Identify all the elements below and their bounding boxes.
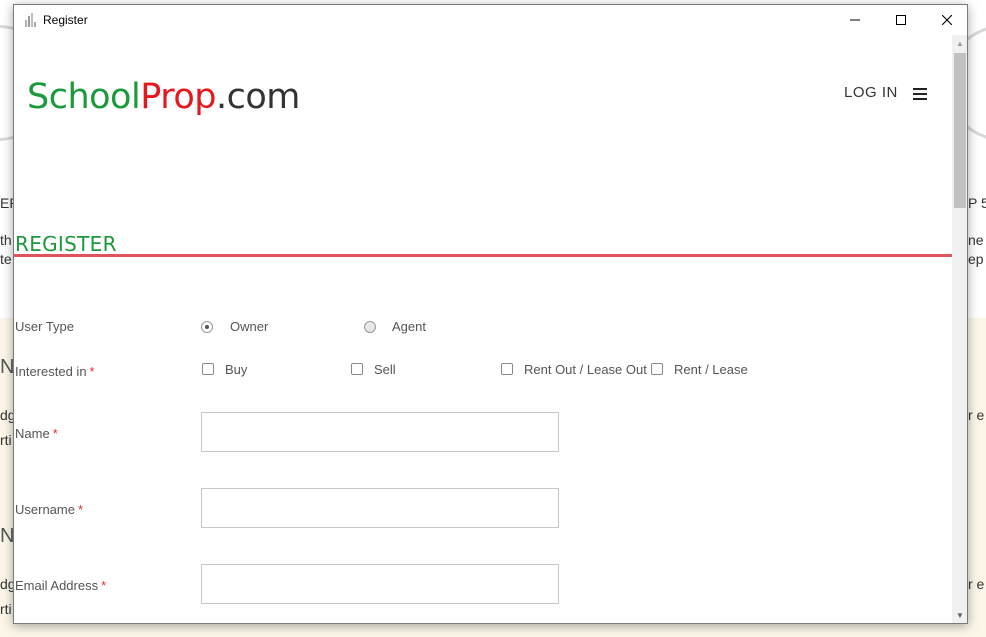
background-text-fragment: th	[0, 232, 12, 248]
email-field[interactable]	[201, 564, 559, 604]
checkbox-sell[interactable]	[351, 363, 363, 375]
background-text-fragment: te	[0, 251, 12, 267]
name-label: Name *	[15, 426, 58, 441]
radio-agent-label[interactable]: Agent	[392, 319, 426, 334]
background-text-fragment: P 5	[968, 195, 986, 211]
background-text-fragment: rti	[0, 432, 12, 448]
scroll-down-arrow-icon[interactable]: ▼	[952, 607, 967, 623]
radio-owner[interactable]	[201, 321, 213, 333]
heading-divider	[14, 254, 952, 257]
close-icon	[942, 15, 952, 25]
checkbox-rent-lease[interactable]	[651, 363, 663, 375]
register-window: Register SchoolProp.com LOG IN REGISTER …	[13, 4, 968, 624]
checkbox-sell-label[interactable]: Sell	[374, 362, 396, 377]
username-field[interactable]	[201, 488, 559, 528]
required-mark: *	[101, 578, 107, 593]
login-link[interactable]: LOG IN	[844, 84, 898, 101]
maximize-button[interactable]	[878, 5, 924, 35]
interested-in-label: Interested in *	[15, 364, 95, 379]
page-content: SchoolProp.com LOG IN REGISTER User Type…	[14, 35, 952, 623]
background-text-fragment: ep	[968, 251, 984, 267]
user-type-label-text: User Type	[15, 319, 75, 334]
vertical-scrollbar[interactable]: ▲ ▼	[952, 35, 967, 623]
checkbox-buy-label[interactable]: Buy	[225, 362, 247, 377]
logo-part-prop: Prop	[140, 77, 216, 117]
name-label-text: Name	[15, 426, 50, 441]
logo-part-dotcom: .com	[215, 77, 300, 117]
name-field[interactable]	[201, 412, 559, 452]
window-title: Register	[43, 13, 88, 27]
close-button[interactable]	[924, 5, 967, 35]
minimize-icon	[850, 19, 860, 21]
user-type-label: User Type	[15, 319, 74, 334]
radio-owner-label[interactable]: Owner	[230, 319, 268, 334]
scroll-up-arrow-icon[interactable]: ▲	[952, 35, 967, 51]
username-label: Username *	[15, 502, 83, 517]
checkbox-rent-lease-label[interactable]: Rent / Lease	[674, 362, 748, 377]
required-mark: *	[52, 426, 58, 441]
background-text-fragment: r e	[968, 407, 985, 423]
username-label-text: Username	[15, 502, 75, 517]
interested-in-label-text: Interested in	[15, 364, 87, 379]
app-icon	[25, 13, 36, 27]
logo-part-school: School	[27, 77, 141, 117]
page-title: REGISTER	[15, 232, 117, 256]
background-text-fragment: r e	[968, 576, 985, 592]
minimize-button[interactable]	[832, 5, 878, 35]
checkbox-rent-out-lease-out[interactable]	[501, 363, 513, 375]
required-mark: *	[89, 364, 95, 379]
email-label-text: Email Address	[15, 578, 99, 593]
window-titlebar[interactable]: Register	[14, 5, 967, 35]
checkbox-rent-out-lease-out-label[interactable]: Rent Out / Lease Out	[524, 362, 647, 377]
required-mark: *	[77, 502, 84, 517]
hamburger-icon[interactable]	[913, 88, 927, 100]
radio-agent[interactable]	[364, 321, 376, 333]
background-text-fragment: ne t	[968, 232, 986, 248]
scroll-thumb[interactable]	[954, 53, 966, 208]
email-label: Email Address *	[15, 578, 106, 593]
maximize-icon	[896, 15, 906, 25]
background-text-fragment: rti	[0, 601, 12, 617]
site-logo[interactable]: SchoolProp.com	[27, 77, 300, 117]
checkbox-buy[interactable]	[202, 363, 214, 375]
